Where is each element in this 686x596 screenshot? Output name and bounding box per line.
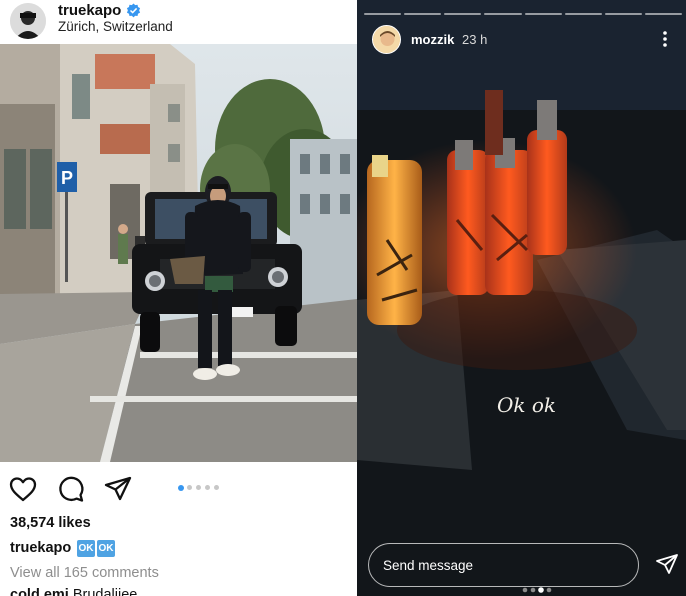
story-photo [357, 0, 686, 596]
verified-badge-icon [126, 3, 141, 18]
comment-preview: cold.emi Brudaliiee [10, 587, 137, 596]
send-icon[interactable] [655, 553, 679, 577]
post-actions [0, 470, 357, 506]
post-header: truekapo Zürich, Switzerland [0, 0, 357, 44]
story-progress-segment [484, 13, 522, 15]
instagram-post: truekapo Zürich, Switzerland P 38,574 li… [0, 0, 357, 596]
story-timestamp: 23 h [462, 32, 488, 47]
comment-icon[interactable] [56, 474, 86, 504]
story-progress-segment [564, 13, 602, 15]
more-options-icon[interactable] [659, 30, 671, 48]
carousel-dot [187, 485, 192, 490]
post-photo[interactable]: P [0, 44, 357, 462]
story-progress-segment [604, 13, 642, 15]
comment-text: Brudaliiee [72, 587, 138, 596]
story-progress-segment [524, 13, 562, 15]
story-username[interactable]: mozzik [411, 32, 454, 47]
share-icon[interactable] [103, 474, 133, 504]
parking-sign-label: P [61, 168, 73, 188]
post-avatar[interactable] [10, 3, 46, 39]
page-indicator [522, 587, 552, 593]
ok-emoji: OK [97, 540, 115, 557]
carousel-dot [196, 485, 201, 490]
likes-count[interactable]: 38,574 likes [10, 515, 91, 531]
instagram-story: mozzik 23 h Ok ok Send message [357, 0, 686, 596]
story-progress-segment [404, 13, 442, 15]
comment-username[interactable]: cold.emi [10, 587, 69, 596]
post-location[interactable]: Zürich, Switzerland [58, 19, 173, 34]
story-progress-segment [364, 13, 402, 15]
carousel-dot [205, 485, 210, 490]
story-progress-segment [644, 13, 682, 15]
ok-emoji: OK [77, 540, 95, 557]
story-caption: Ok ok [497, 393, 557, 417]
story-avatar[interactable] [372, 25, 401, 54]
screenshot-root: truekapo Zürich, Switzerland P 38,574 li… [0, 0, 686, 596]
story-progress-segment [444, 13, 482, 15]
post-username[interactable]: truekapo [58, 2, 121, 19]
view-comments-link[interactable]: View all 165 comments [10, 565, 159, 581]
carousel-dot [178, 484, 184, 491]
send-message-placeholder: Send message [383, 558, 474, 573]
story-progress-bar [364, 13, 682, 16]
heart-icon[interactable] [8, 474, 38, 504]
send-message-input[interactable]: Send message [368, 543, 639, 587]
caption-username[interactable]: truekapo [10, 540, 71, 556]
carousel-dot [214, 485, 219, 490]
